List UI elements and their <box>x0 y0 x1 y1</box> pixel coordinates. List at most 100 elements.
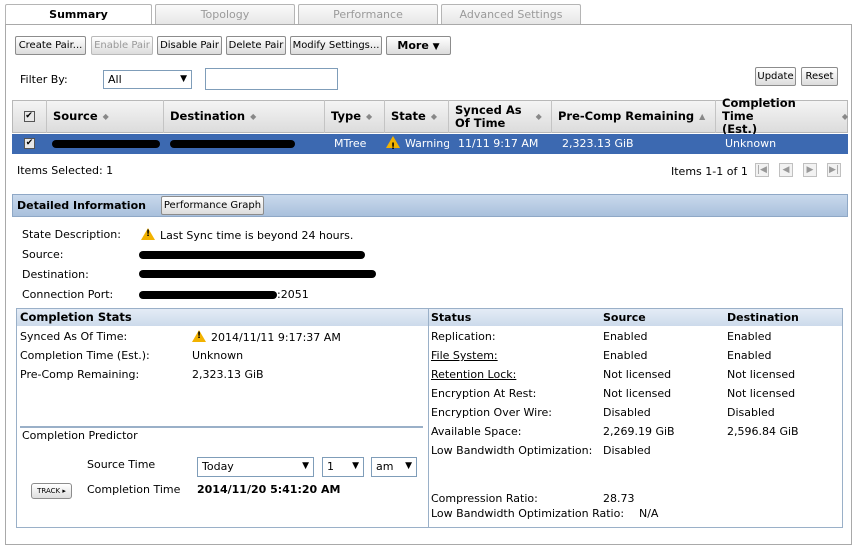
tab-topology[interactable]: Topology <box>155 4 295 24</box>
file-system-link[interactable]: File System: <box>431 349 498 362</box>
sort-ascending-icon: ▲ <box>699 112 706 121</box>
connection-port-label: Connection Port: <box>22 288 114 301</box>
detail-title: Detailed Information <box>17 199 146 212</box>
tab-performance[interactable]: Performance <box>298 4 438 24</box>
caret-down-icon: ▼ <box>180 74 187 84</box>
column-source-label: Source <box>53 109 98 123</box>
synced-value: 2014/11/11 9:17:37 AM <box>192 330 341 344</box>
encryption-at-rest-label: Encryption At Rest: <box>431 387 537 400</box>
ampm-value: am <box>376 460 394 473</box>
column-state-label: State <box>391 109 426 123</box>
retention-lock-link[interactable]: Retention Lock: <box>431 368 516 381</box>
file-system-source: Enabled <box>603 349 648 362</box>
precomp-value: 2,323.13 GiB <box>192 368 264 381</box>
caret-down-icon: ▼ <box>405 461 412 471</box>
connection-port-value: :2051 <box>277 288 309 301</box>
redacted-destination <box>170 140 295 148</box>
first-page-icon[interactable]: |◀ <box>755 163 769 177</box>
modify-settings-button[interactable]: Modify Settings... <box>290 36 382 55</box>
column-synced[interactable]: Synced As Of Time ◆ <box>449 100 552 133</box>
precomp-label: Pre-Comp Remaining: <box>20 368 140 381</box>
sort-icon: ◆ <box>535 112 542 121</box>
day-value: Today <box>202 460 234 473</box>
redacted-source-detail <box>139 251 365 259</box>
compression-ratio-value: 28.73 <box>603 492 635 505</box>
source-time-label: Source Time <box>87 458 156 471</box>
state-description: Last Sync time is beyond 24 hours. <box>141 228 353 242</box>
select-all-checkbox[interactable]: ✔ <box>23 111 35 122</box>
replication-source: Enabled <box>603 330 648 343</box>
items-selected: Items Selected: 1 <box>17 164 114 177</box>
column-source[interactable]: Source ◆ <box>47 100 164 133</box>
performance-graph-button[interactable]: Performance Graph <box>161 196 264 215</box>
redacted-destination-detail <box>139 270 376 278</box>
encryption-over-wire-source: Disabled <box>603 406 651 419</box>
encryption-at-rest-destination: Not licensed <box>727 387 796 400</box>
lbo-ratio-value: N/A <box>639 507 659 520</box>
caret-down-icon: ▼ <box>432 42 440 52</box>
hour-select[interactable]: 1 ▼ <box>322 457 364 477</box>
status-destination-header: Destination <box>727 311 799 324</box>
enable-pair-button[interactable]: Enable Pair <box>91 36 153 55</box>
delete-pair-button[interactable]: Delete Pair <box>226 36 286 55</box>
row-state: Warning <box>386 134 449 154</box>
replication-label: Replication: <box>431 330 496 343</box>
retention-lock-destination: Not licensed <box>727 368 796 381</box>
column-state[interactable]: State ◆ <box>385 100 449 133</box>
predictor-divider <box>20 426 423 428</box>
filter-label: Filter By: <box>20 73 68 86</box>
column-type[interactable]: Type ◆ <box>325 100 385 133</box>
column-destination[interactable]: Destination ◆ <box>164 100 325 133</box>
status-header: Status <box>431 311 472 324</box>
track-button[interactable]: TRACK ▸ <box>31 483 72 499</box>
select-all-column[interactable]: ✔ <box>12 100 47 133</box>
compression-ratio-label: Compression Ratio: <box>431 492 538 505</box>
next-page-icon[interactable]: ▶ <box>803 163 817 177</box>
encryption-over-wire-label: Encryption Over Wire: <box>431 406 552 419</box>
completion-time-value: 2014/11/20 5:41:20 AM <box>197 483 341 496</box>
tab-advanced-settings[interactable]: Advanced Settings <box>441 4 581 24</box>
ampm-select[interactable]: am ▼ <box>371 457 417 477</box>
file-system-destination: Enabled <box>727 349 772 362</box>
column-precomp[interactable]: Pre-Comp Remaining ▲ <box>552 100 716 133</box>
more-button[interactable]: More ▼ <box>386 36 451 55</box>
filter-text-input[interactable] <box>205 68 338 90</box>
last-page-icon[interactable]: ▶| <box>827 163 841 177</box>
available-space-label: Available Space: <box>431 425 522 438</box>
column-synced-label: Synced As Of Time <box>455 102 522 130</box>
sort-icon: ◆ <box>841 112 848 121</box>
day-select[interactable]: Today ▼ <box>197 457 314 477</box>
disable-pair-button[interactable]: Disable Pair <box>157 36 222 55</box>
filter-field-select[interactable]: All ▼ <box>103 70 192 89</box>
sort-icon: ◆ <box>102 112 109 121</box>
synced-label: Synced As Of Time: <box>20 330 128 343</box>
low-bandwidth-optimization-label: Low Bandwidth Optimization: <box>431 444 593 457</box>
redacted-source <box>52 140 160 148</box>
column-type-label: Type <box>331 109 362 123</box>
items-range: Items 1-1 of 1 <box>671 165 748 178</box>
row-checkbox[interactable]: ✔ <box>24 138 35 149</box>
available-space-destination: 2,596.84 GiB <box>727 425 799 438</box>
caret-down-icon: ▼ <box>302 461 309 471</box>
completion-label: Completion Time (Est.): <box>20 349 150 362</box>
row-type: MTree <box>334 137 367 150</box>
tab-summary[interactable]: Summary <box>5 4 152 25</box>
column-completion[interactable]: Completion Time (Est.) ◆ <box>716 97 848 136</box>
status-source-header: Source <box>603 311 646 324</box>
reset-button[interactable]: Reset <box>801 67 838 86</box>
row-synced: 11/11 9:17 AM <box>458 137 539 150</box>
sort-icon: ◆ <box>430 112 437 121</box>
replication-destination: Enabled <box>727 330 772 343</box>
warning-icon <box>386 136 400 154</box>
warning-icon <box>192 330 206 342</box>
prev-page-icon[interactable]: ◀ <box>779 163 793 177</box>
row-precomp: 2,323.13 GiB <box>562 137 634 150</box>
create-pair-button[interactable]: Create Pair... <box>15 36 86 55</box>
update-button[interactable]: Update <box>755 67 796 86</box>
sort-icon: ◆ <box>250 112 257 121</box>
redacted-connection-host <box>139 291 277 299</box>
completion-stats-header: Completion Stats <box>17 309 428 326</box>
encryption-at-rest-source: Not licensed <box>603 387 672 400</box>
completion-value: Unknown <box>192 349 244 362</box>
column-precomp-label: Pre-Comp Remaining <box>558 109 695 123</box>
